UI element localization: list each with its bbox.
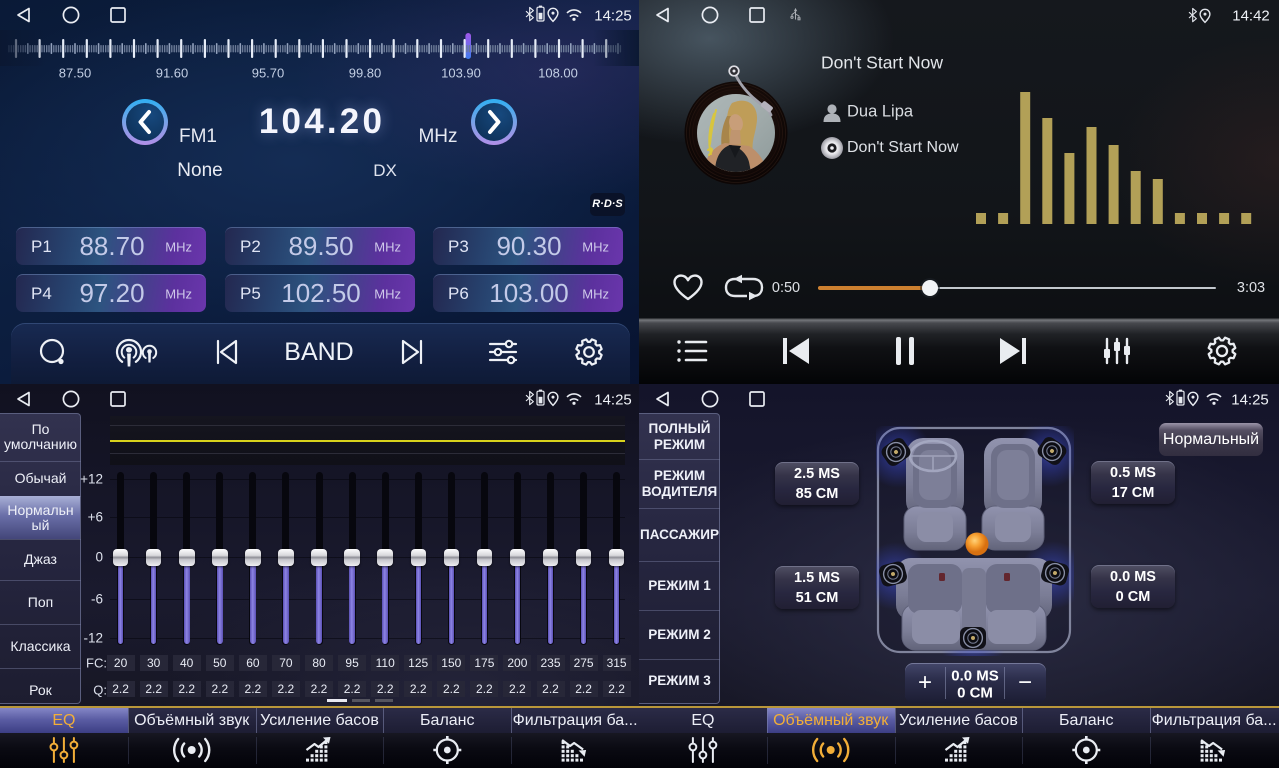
svg-text:BAND: BAND (284, 338, 353, 366)
